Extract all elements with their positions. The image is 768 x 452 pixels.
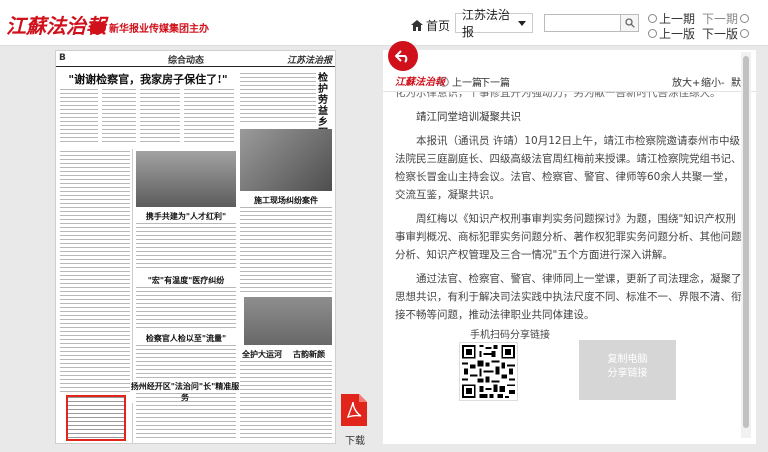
text-column[interactable] <box>140 89 180 145</box>
article-paragraph: 本报讯（通讯员 许靖）10月12日上午，靖江市检察院邀请泰州市中级法院民三庭副庭… <box>395 135 742 201</box>
text-column[interactable] <box>136 223 236 271</box>
home-label: 首页 <box>426 19 451 33</box>
pdf-download-icon[interactable] <box>339 394 367 426</box>
paper-subheadline[interactable]: 检察官人检以至"流量" <box>136 333 236 344</box>
prev-page-link[interactable]: 上一版 <box>648 25 695 42</box>
search-input[interactable] <box>544 14 621 32</box>
reader-toolbar: 江蘇法治報 上一篇 下一篇 放大+ 缩小- 默认 <box>383 72 756 90</box>
home-icon <box>411 20 423 31</box>
zoom-in-button[interactable]: 放大+ <box>672 74 700 89</box>
text-column[interactable] <box>240 361 332 441</box>
text-column[interactable] <box>240 73 316 125</box>
paper-masthead: 江苏法治报 <box>286 56 332 66</box>
paper-subheadline[interactable]: 施工现场纠纷案件 <box>240 195 332 206</box>
circle-arrow-icon <box>740 14 750 23</box>
publisher-tagline: 新华报业传媒集团主办 <box>90 20 209 35</box>
article-paragraph: 通过法官、检察官、警官、律师同上一堂课，更新了司法理念，凝聚了思想共识，有利于解… <box>395 273 742 321</box>
next-page-link[interactable]: 下一版 <box>702 25 751 42</box>
qr-code <box>459 342 518 401</box>
article-title: 靖江同堂培训凝聚共识 <box>416 111 521 123</box>
home-link[interactable]: 首页 <box>411 17 450 34</box>
share-qr-label: 手机扫码分享链接 <box>470 330 550 341</box>
copy-share-link-button[interactable]: 复制电脑 分享链接 <box>579 340 676 400</box>
paper-subheadline[interactable]: 全护大运河 <box>240 349 284 360</box>
text-column[interactable] <box>60 151 130 395</box>
article-paragraph: 周红梅以《知识产权刑事审判实务问题探讨》为题，围绕"知识产权刑事审判概况、商标犯… <box>395 213 742 261</box>
back-arrow-icon <box>395 50 408 63</box>
search-button[interactable] <box>621 14 639 32</box>
paper-subheadline[interactable]: "宏"有温度"医疗纠纷 <box>136 275 236 286</box>
paper-page-header: B 综合动态 江苏法治报 <box>56 51 335 67</box>
text-column[interactable] <box>136 393 236 441</box>
selected-article-highlight[interactable] <box>66 395 126 441</box>
reader-scrollbar[interactable] <box>741 52 751 438</box>
news-photo[interactable] <box>136 151 236 207</box>
circle-arrow-icon <box>648 29 657 38</box>
publisher-logo-icon <box>90 22 106 34</box>
chevron-down-icon <box>518 20 526 26</box>
paper-subheadline[interactable]: 携手共建为"人才红利" <box>136 211 236 222</box>
text-column[interactable] <box>136 345 236 379</box>
download-label[interactable]: 下载 <box>345 432 365 447</box>
reader-logo: 江蘇法治報 <box>395 77 445 88</box>
zoom-out-button[interactable]: 缩小- <box>701 74 725 89</box>
text-column[interactable] <box>60 89 98 145</box>
paper-select-value: 江苏法治报 <box>462 8 511 39</box>
newspaper-page-image[interactable]: B 综合动态 江苏法治报 "谢谢检察官，我家房子保住了!" 检护劳益 乡野更 携… <box>55 50 336 444</box>
top-bar: 江蘇法治報 新华报业传媒集团主办 首页 江苏法治报 上一期 下一期 上一版 下一… <box>0 0 768 46</box>
paper-select[interactable]: 江苏法治报 <box>455 8 533 39</box>
text-column[interactable] <box>136 287 236 329</box>
circle-arrow-icon <box>439 76 449 87</box>
circle-arrow-icon <box>740 29 750 38</box>
news-photo[interactable] <box>240 129 332 191</box>
paper-section-name: 综合动态 <box>168 56 205 66</box>
text-column[interactable] <box>240 207 332 293</box>
article-reader-panel: 江蘇法治報 上一篇 下一篇 放大+ 缩小- 默认 化为示律意识，个事修宜开为强动… <box>383 50 756 444</box>
news-photo[interactable] <box>244 297 332 345</box>
circle-arrow-icon <box>648 14 657 23</box>
paper-subheadline[interactable]: 古韵新颜 <box>286 349 332 360</box>
scrollbar-thumb[interactable] <box>743 56 749 428</box>
back-button[interactable] <box>388 41 418 71</box>
prev-article-link[interactable]: 上一篇 <box>439 74 482 89</box>
search-icon <box>624 18 635 28</box>
article-cut-line: 化为示律意识，个事修宜开为强动力，另为献一吾新时代吾涂佳综大。 <box>395 92 721 99</box>
text-column[interactable] <box>184 89 234 145</box>
article-content: 化为示律意识，个事修宜开为强动力，另为献一吾新时代吾涂佳综大。 靖江同堂培训凝聚… <box>395 92 743 444</box>
paper-lead-headline[interactable]: "谢谢检察官，我家房子保住了!" <box>60 71 236 87</box>
next-article-link[interactable]: 下一篇 <box>480 74 510 89</box>
text-column[interactable] <box>102 89 136 145</box>
